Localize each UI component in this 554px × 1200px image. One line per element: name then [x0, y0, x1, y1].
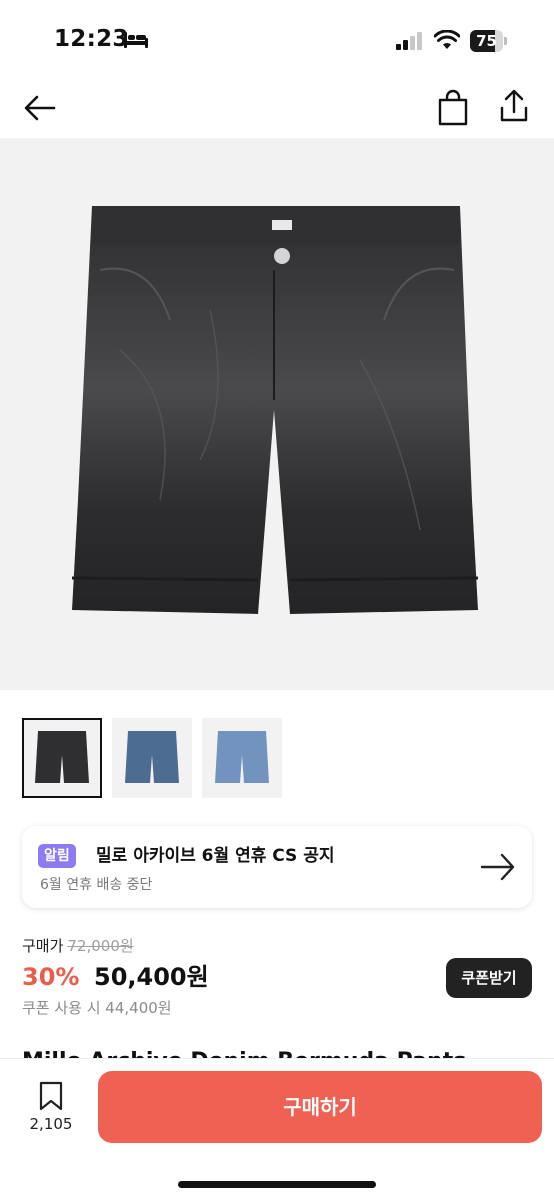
status-bar: 12:23 75 [0, 0, 554, 80]
share-icon [500, 89, 528, 122]
battery-level: 75 [476, 32, 497, 50]
arrow-right-icon [480, 853, 515, 881]
bookmark-icon [39, 1081, 63, 1111]
original-price: 72,000원 [67, 937, 134, 955]
status-time: 12:23 [54, 26, 129, 52]
battery-icon: 75 [470, 30, 508, 52]
thumbnail-image [215, 731, 269, 783]
signal-icon [396, 32, 422, 50]
shopping-bag-icon [438, 89, 468, 126]
price-label: 구매가 [22, 937, 64, 955]
notice-title: 밀로 아카이브 6월 연휴 CS 공지 [96, 846, 335, 866]
wishlist-count: 2,105 [29, 1115, 73, 1133]
thumbnail-dark-blue[interactable] [112, 718, 192, 798]
thumbnail-black[interactable] [22, 718, 102, 798]
notice-badge: 알림 [38, 844, 76, 868]
sale-price: 50,400원 [94, 963, 209, 991]
coupon-price: 쿠폰 사용 시 44,400원 [22, 999, 172, 1017]
bed-icon [124, 32, 148, 48]
shopping-bag-button[interactable] [434, 88, 472, 128]
wishlist-button[interactable]: 2,105 [22, 1081, 80, 1141]
arrow-left-icon [24, 95, 56, 121]
buy-button[interactable]: 구매하기 [98, 1071, 542, 1143]
thumbnail-image [35, 731, 89, 783]
discount-rate: 30% [22, 963, 80, 991]
wifi-icon [434, 30, 460, 49]
back-button[interactable] [20, 88, 60, 128]
thumbnail-image [125, 731, 179, 783]
coupon-button[interactable]: 쿠폰받기 [446, 958, 532, 998]
bottom-action-bar: 2,105 구매하기 [0, 1058, 554, 1200]
product-main-image[interactable] [0, 138, 554, 690]
price-label-row: 구매가 72,000원 [22, 936, 134, 956]
denim-shorts-image [71, 206, 479, 614]
home-indicator [178, 1181, 376, 1188]
notice-subtitle: 6월 연휴 배송 중단 [40, 877, 153, 893]
share-button[interactable] [494, 86, 534, 126]
notice-card[interactable]: 알림 밀로 아카이브 6월 연휴 CS 공지 6월 연휴 배송 중단 [22, 826, 532, 908]
thumbnail-light-blue[interactable] [202, 718, 282, 798]
